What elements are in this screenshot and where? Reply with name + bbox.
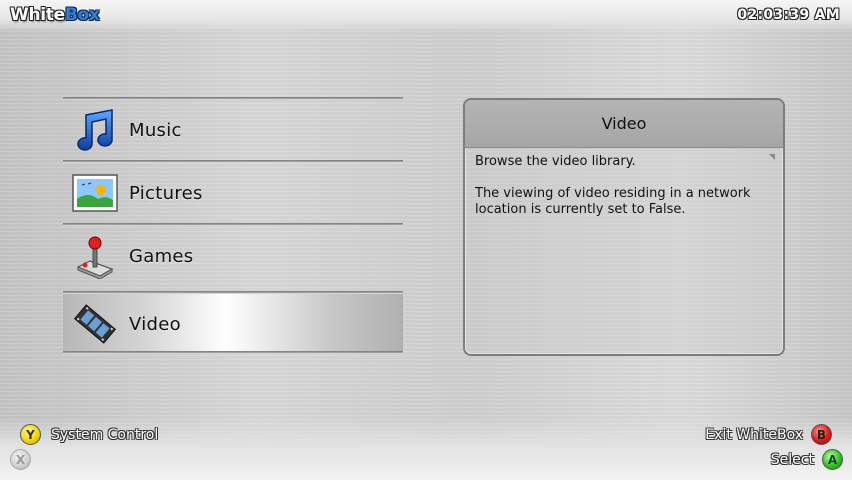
x-button-icon: X: [10, 449, 31, 470]
system-control-hint[interactable]: Y System Control: [20, 424, 158, 445]
x-button-hint[interactable]: X: [10, 449, 31, 470]
clock: 02:03:39 AM: [737, 7, 840, 23]
menu-item-games[interactable]: Games: [63, 226, 403, 286]
y-button-icon: Y: [20, 424, 41, 445]
picture-landscape-icon: [71, 169, 119, 217]
menu-divider: [63, 351, 403, 354]
film-strip-icon: [71, 300, 119, 348]
info-panel-title: Video: [465, 100, 783, 148]
exit-label: Exit WhiteBox: [705, 426, 803, 443]
music-notes-icon: [71, 106, 119, 154]
menu-item-label: Pictures: [129, 182, 203, 204]
menu-item-label: Music: [129, 119, 182, 141]
menu-item-label: Video: [129, 313, 181, 335]
top-bar: [0, 0, 852, 32]
select-hint[interactable]: Select A: [771, 449, 843, 470]
b-button-icon: B: [811, 424, 832, 445]
menu-item-video[interactable]: Video: [63, 294, 403, 354]
main-menu: Music Pictures Games Video: [63, 97, 403, 357]
system-control-label: System Control: [51, 426, 159, 443]
app-logo: WhiteBox: [10, 5, 100, 25]
menu-item-label: Games: [129, 245, 194, 267]
joystick-icon: [71, 232, 119, 280]
logo-text-box: Box: [64, 5, 100, 25]
menu-item-pictures[interactable]: Pictures: [63, 163, 403, 223]
info-panel-body: Browse the video library. The viewing of…: [465, 148, 783, 218]
scroll-indicator-icon: [769, 154, 775, 160]
logo-text-white: White: [10, 5, 65, 25]
a-button-icon: A: [822, 449, 843, 470]
info-network-status: The viewing of video residing in a netwo…: [475, 186, 751, 217]
select-label: Select: [770, 451, 814, 468]
info-panel: Video Browse the video library. The view…: [463, 98, 785, 356]
info-description: Browse the video library.: [475, 154, 636, 169]
exit-hint[interactable]: Exit WhiteBox B: [705, 424, 832, 445]
menu-item-music[interactable]: Music: [63, 100, 403, 160]
